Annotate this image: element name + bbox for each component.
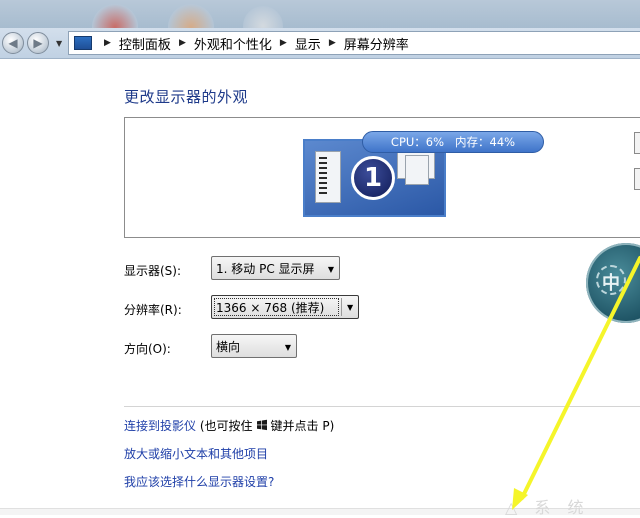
blurred-app-icon <box>168 4 214 28</box>
connect-projector-link[interactable]: 连接到投影仪 <box>124 419 196 433</box>
input-method-gadget[interactable]: 中 <box>586 243 640 323</box>
blurred-app-icon <box>243 6 283 28</box>
window-thumbnail <box>315 151 341 203</box>
window-title-strip <box>0 0 640 28</box>
projector-link-row: 连接到投影仪 (也可按住 键并点击 P) <box>124 417 334 434</box>
breadcrumb-item-appearance[interactable]: 外观和个性化 <box>194 34 272 53</box>
address-bar: ◀ ▶ ▼ ▶ 控制面板 ▶ 外观和个性化 ▶ 显示 ▶ 屏幕分辨率 <box>0 28 640 59</box>
breadcrumb-separator-icon[interactable]: ▶ <box>179 38 186 48</box>
forward-button[interactable]: ▶ <box>27 32 49 54</box>
breadcrumb-item-screen-resolution[interactable]: 屏幕分辨率 <box>344 34 409 53</box>
chevron-down-icon: ▼ <box>284 343 291 352</box>
control-panel-icon <box>74 36 92 50</box>
orientation-select[interactable]: 横向 ▼ <box>211 334 297 358</box>
projector-hint-suffix: 键并点击 P) <box>270 419 335 433</box>
back-arrow-icon: ◀ <box>8 36 18 50</box>
projector-hint-prefix: (也可按住 <box>199 419 253 433</box>
detect-button[interactable] <box>634 132 640 154</box>
breadcrumb[interactable]: ▶ 控制面板 ▶ 外观和个性化 ▶ 显示 ▶ 屏幕分辨率 <box>68 31 640 55</box>
blurred-app-icon <box>92 4 138 28</box>
monitor-number-badge: 1 <box>351 156 395 200</box>
orientation-label: 方向(O): <box>124 342 171 356</box>
breadcrumb-separator-icon[interactable]: ▶ <box>280 38 287 48</box>
text-size-link[interactable]: 放大或缩小文本和其他项目 <box>124 445 268 462</box>
resolution-select[interactable]: 1366 × 768 (推荐) ▼ <box>211 295 359 319</box>
breadcrumb-separator-icon[interactable]: ▶ <box>104 38 111 48</box>
resolution-select-value: 1366 × 768 (推荐) <box>216 300 325 315</box>
chevron-down-icon: ▼ <box>327 265 334 274</box>
breadcrumb-item-control-panel[interactable]: 控制面板 <box>119 34 171 53</box>
back-button[interactable]: ◀ <box>2 32 24 54</box>
select-divider <box>341 298 342 316</box>
which-settings-link[interactable]: 我应该选择什么显示器设置? <box>124 473 274 490</box>
resolution-label: 分辨率(R): <box>124 303 182 317</box>
windows-logo-icon <box>256 419 267 431</box>
recent-pages-chevron-down-icon[interactable]: ▼ <box>56 39 62 48</box>
forward-arrow-icon: ▶ <box>33 36 43 50</box>
chevron-down-icon: ▼ <box>347 303 354 312</box>
performance-overlay: CPU：6% 内存：44% <box>362 131 544 153</box>
breadcrumb-item-display[interactable]: 显示 <box>295 34 321 53</box>
window-thumbnail <box>405 155 429 185</box>
watermark: △ 系 统 <box>505 498 590 517</box>
display-select-value: 1. 移动 PC 显示屏 <box>216 261 315 276</box>
identify-button[interactable] <box>634 168 640 190</box>
breadcrumb-separator-icon[interactable]: ▶ <box>329 38 336 48</box>
orientation-select-value: 横向 <box>216 339 241 354</box>
display-label: 显示器(S): <box>124 264 182 278</box>
display-select[interactable]: 1. 移动 PC 显示屏 ▼ <box>211 256 340 280</box>
section-divider <box>124 406 640 407</box>
gadget-label: 中 <box>602 273 620 294</box>
page-title: 更改显示器的外观 <box>124 88 249 106</box>
